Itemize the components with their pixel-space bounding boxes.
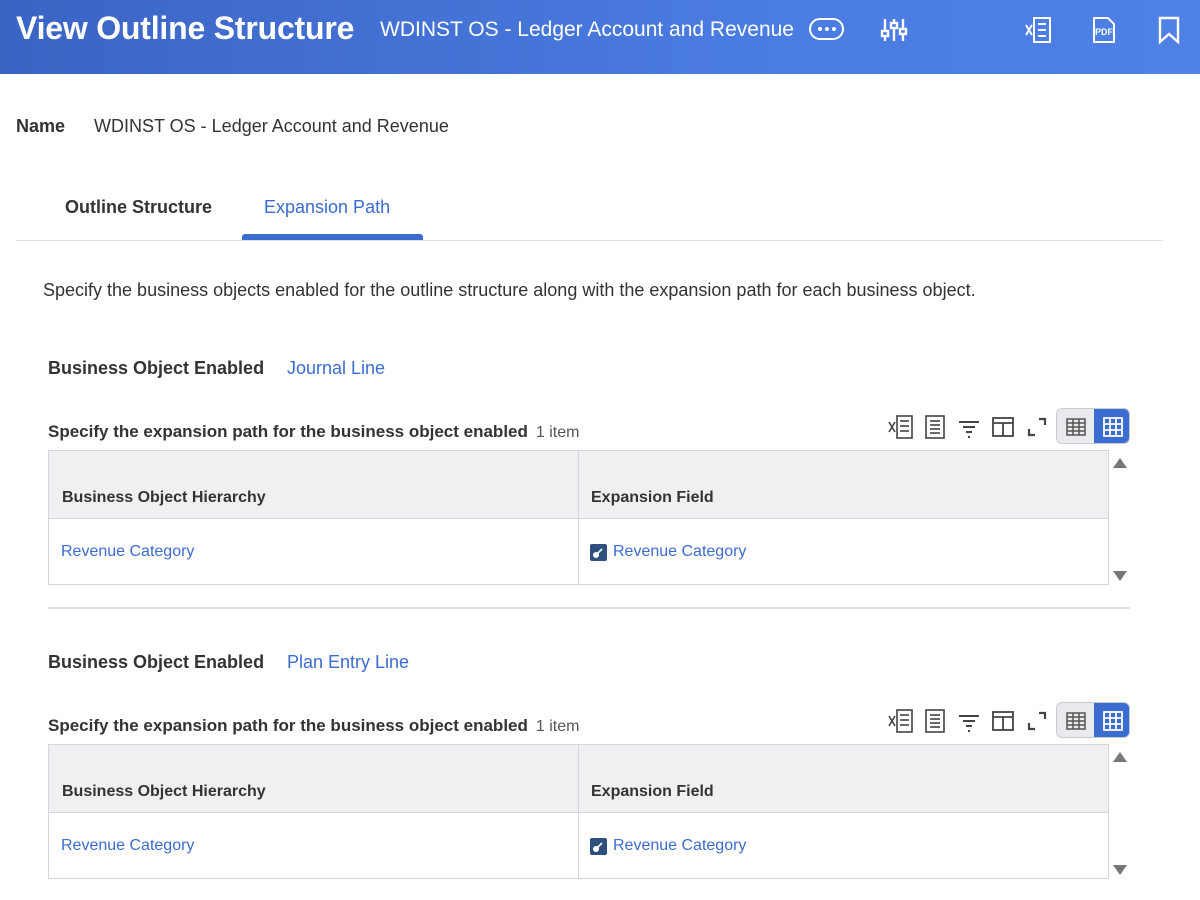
table-cell-hierarchy-link[interactable]: Revenue Category bbox=[61, 543, 194, 561]
table-cell-expansion-field[interactable]: Revenue Category bbox=[590, 543, 746, 561]
table-cell-expansion-field[interactable]: Revenue Category bbox=[590, 837, 746, 855]
scroll-down-icon[interactable] bbox=[1112, 569, 1128, 581]
grid-title: Specify the expansion path for the busin… bbox=[48, 716, 579, 736]
column-header-business-object-hierarchy[interactable]: Business Object Hierarchy bbox=[62, 489, 266, 507]
table-view-icon[interactable] bbox=[1057, 409, 1094, 443]
fullscreen-icon[interactable] bbox=[1024, 414, 1050, 440]
page-title: View Outline Structure bbox=[16, 10, 355, 46]
view-report-icon[interactable] bbox=[922, 708, 948, 734]
more-icon[interactable] bbox=[809, 18, 844, 40]
export-excel-icon[interactable] bbox=[888, 708, 914, 734]
export-excel-icon[interactable] bbox=[1024, 15, 1052, 45]
scroll-down-icon[interactable] bbox=[1112, 863, 1128, 875]
name-label: Name bbox=[16, 116, 66, 136]
export-excel-icon[interactable] bbox=[888, 414, 914, 440]
filter-icon[interactable] bbox=[956, 414, 982, 440]
expansion-field-link[interactable]: Revenue Category bbox=[613, 543, 746, 561]
grid-item-count: 1 item bbox=[535, 718, 580, 735]
scroll-up-icon[interactable] bbox=[1112, 750, 1128, 762]
tab-outline-structure[interactable]: Outline Structure bbox=[65, 180, 212, 240]
name-value: WDINST OS - Ledger Account and Revenue bbox=[94, 116, 449, 136]
expansion-path-table: Business Object Hierarchy Expansion Fiel… bbox=[48, 450, 1109, 585]
view-report-icon[interactable] bbox=[922, 414, 948, 440]
view-toggle bbox=[1056, 702, 1130, 738]
svg-text:PDF: PDF bbox=[1095, 27, 1114, 37]
business-object-icon[interactable] bbox=[590, 837, 607, 855]
page-subtitle: WDINST OS - Ledger Account and Revenue bbox=[380, 18, 794, 41]
filter-icon[interactable] bbox=[956, 708, 982, 734]
business-object-link[interactable]: Journal Line bbox=[287, 358, 385, 379]
columns-icon[interactable] bbox=[990, 414, 1016, 440]
business-object-icon[interactable] bbox=[590, 543, 607, 561]
business-object-label: Business Object Enabled bbox=[48, 358, 265, 378]
grid-view-icon[interactable] bbox=[1094, 409, 1129, 443]
active-tab-indicator bbox=[242, 234, 423, 240]
column-header-business-object-hierarchy[interactable]: Business Object Hierarchy bbox=[62, 783, 266, 801]
column-header-expansion-field[interactable]: Expansion Field bbox=[591, 783, 714, 801]
grid-title: Specify the expansion path for the busin… bbox=[48, 422, 579, 442]
business-object-label: Business Object Enabled bbox=[48, 652, 265, 672]
expansion-field-link[interactable]: Revenue Category bbox=[613, 837, 746, 855]
tab-expansion-path[interactable]: Expansion Path bbox=[264, 180, 390, 240]
section-divider bbox=[48, 607, 1130, 609]
grid-title-text: Specify the expansion path for the busin… bbox=[48, 422, 528, 441]
grid-view-icon[interactable] bbox=[1094, 703, 1129, 737]
page-header: View Outline Structure WDINST OS - Ledge… bbox=[0, 0, 1200, 74]
table-view-icon[interactable] bbox=[1057, 703, 1094, 737]
related-actions-icon[interactable] bbox=[880, 15, 908, 45]
expansion-path-table: Business Object Hierarchy Expansion Fiel… bbox=[48, 744, 1109, 879]
column-header-expansion-field[interactable]: Expansion Field bbox=[591, 489, 714, 507]
view-toggle bbox=[1056, 408, 1130, 444]
grid-item-count: 1 item bbox=[535, 424, 580, 441]
business-object-link[interactable]: Plan Entry Line bbox=[287, 652, 409, 673]
export-pdf-icon[interactable]: PDF bbox=[1089, 15, 1117, 45]
grid-title-text: Specify the expansion path for the busin… bbox=[48, 716, 528, 735]
scroll-up-icon[interactable] bbox=[1112, 456, 1128, 468]
bookmark-icon[interactable] bbox=[1155, 15, 1183, 45]
tab-bar: Outline Structure Expansion Path bbox=[16, 180, 1163, 241]
section-description: Specify the business objects enabled for… bbox=[43, 280, 976, 300]
table-cell-hierarchy-link[interactable]: Revenue Category bbox=[61, 837, 194, 855]
columns-icon[interactable] bbox=[990, 708, 1016, 734]
fullscreen-icon[interactable] bbox=[1024, 708, 1050, 734]
